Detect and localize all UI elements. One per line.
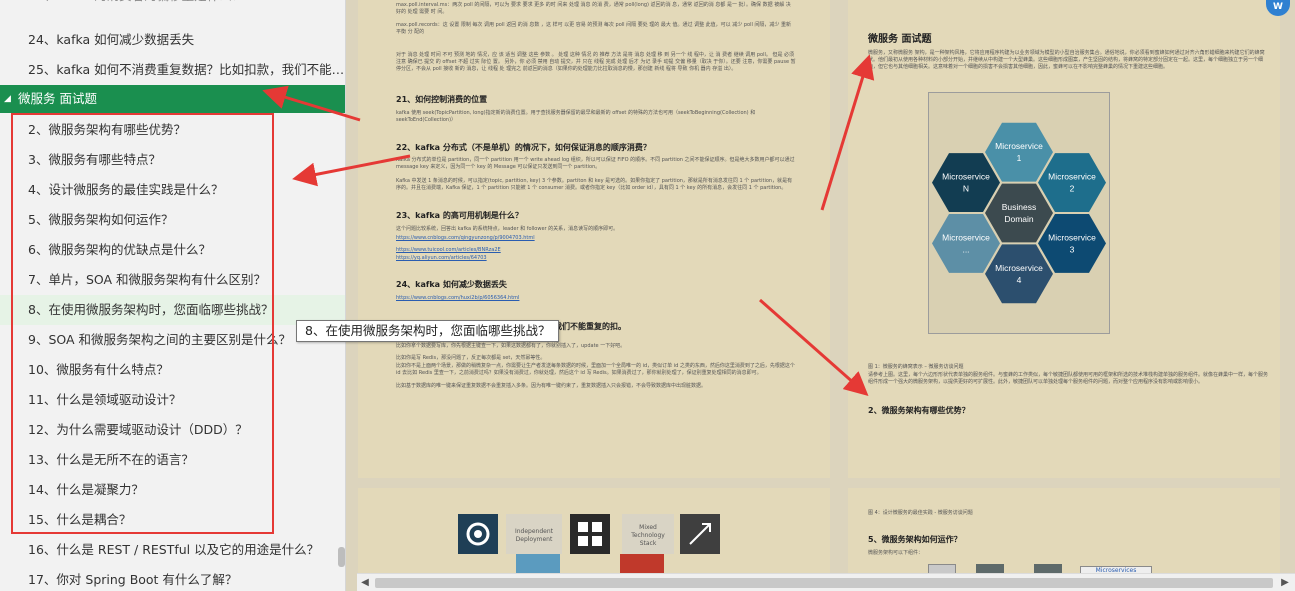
paragraph: 请参考上图。这里，每个六边形形状代表单独的服务组件。与蜜蜂的工作类似，每个敏捷团… bbox=[868, 372, 1269, 385]
toc-item[interactable]: 13、什么是无所不在的语言？ bbox=[0, 445, 345, 475]
paragraph: 比如你拿个数据要写库，你先根据主键查一下，如果这数据都有了，你就别插入了，upd… bbox=[396, 343, 626, 349]
heading: 5、微服务架构如何运作？ bbox=[868, 535, 962, 544]
hex-label: 1 bbox=[1017, 153, 1022, 163]
hex-label: Microservice bbox=[1048, 232, 1096, 242]
toc-item[interactable]: 17、你对 Spring Boot 有什么了解？ bbox=[0, 565, 345, 591]
toc-item[interactable]: 4、设计微服务的最佳实践是什么？ bbox=[0, 175, 345, 205]
hex-label: 3 bbox=[1070, 244, 1075, 254]
toc-item[interactable]: 24、kafka 如何减少数据丢失 bbox=[0, 25, 345, 55]
doc-page: 微服务 面试题 微服务，又称微服务 架构，是一种架构风格，它将应用程序构建为以业… bbox=[848, 0, 1280, 478]
paragraph: 比如基于数据库的唯一键来保证重复数据不会重复插入多条。因为有唯一键约束了，重复数… bbox=[396, 383, 707, 389]
link[interactable]: https://www.cnblogs.com/huxi2b/p/6056364… bbox=[396, 295, 519, 301]
diagram-tile bbox=[458, 514, 498, 554]
hex-cell bbox=[1038, 214, 1106, 273]
toc-item[interactable]: 14、什么是凝聚力？ bbox=[0, 475, 345, 505]
paragraph: 微服务，又称微服务 架构，是一种架构风格，它将应用程序构建为以业务领域为模型的小… bbox=[868, 50, 1265, 70]
link[interactable]: https://www.tuicool.com/articles/BNRza2E bbox=[396, 247, 501, 253]
toc-item[interactable]: 16、什么是 REST / RESTful 以及它的用途是什么？ bbox=[0, 535, 345, 565]
hex-label: Microservice bbox=[995, 141, 1043, 151]
toc-item[interactable]: 6、微服务架构的优缺点是什么？ bbox=[0, 235, 345, 265]
tile-label: Independent Deployment bbox=[514, 528, 554, 543]
paragraph: max.poll.records：这 设置 限制 每次 调用 poll 返回 的… bbox=[396, 22, 792, 35]
paragraph: 比如你是写 Redis，那没问题了，反正每次都是 set，天然幂等性。 bbox=[396, 355, 546, 361]
paragraph: 微服务架构可以下组件： bbox=[868, 550, 924, 556]
diagram-tile bbox=[680, 514, 720, 554]
paragraph: Kafka 分布式的单位是 partition，同一个 partition 用一… bbox=[396, 157, 795, 170]
doc-page: Independent Deployment Mixed Technology … bbox=[358, 488, 830, 578]
hex-label: Microservice bbox=[942, 172, 990, 182]
hex-cell bbox=[932, 153, 1000, 212]
hex-label: 4 bbox=[1017, 275, 1022, 285]
paragraph: 比如你不是上面两个场景，那做的稍微复杂一点，你需要让生产者发送每条数据的时候，里… bbox=[396, 363, 795, 376]
hex-center bbox=[985, 183, 1053, 243]
link[interactable]: https://yq.aliyun.com/articles/64703 bbox=[396, 255, 487, 261]
horizontal-scroll-thumb[interactable] bbox=[375, 578, 1273, 588]
scale-arrow-icon bbox=[689, 523, 711, 545]
toc-item[interactable]: 12、为什么需要域驱动设计（DDD）？ bbox=[0, 415, 345, 445]
paragraph: max.poll.interval.ms：两次 poll 的间隔，可以为 要求 … bbox=[396, 2, 791, 15]
paragraph: kafka 使用 seek(TopicPartition, long)指定新的消… bbox=[396, 110, 756, 123]
toc-sidebar: 23、kafka 的消费者的偏移量是什么？ 24、kafka 如何减少数据丢失 … bbox=[0, 0, 346, 591]
toc-item[interactable]: 15、什么是耦合？ bbox=[0, 505, 345, 535]
sidebar-scroll-thumb[interactable] bbox=[338, 547, 345, 567]
paragraph: Kafka 中发送 1 条消息的时候，可以指定(topic, partition… bbox=[396, 178, 793, 191]
figure-caption: 图 4：设计微服务的最佳实践 - 微服务访谈问题 bbox=[868, 510, 973, 516]
figure-caption: 图 1：微服务的蜂窝表示 – 微服务访谈问题 bbox=[868, 364, 964, 370]
grid-icon bbox=[578, 522, 602, 546]
hex-cell bbox=[1038, 153, 1106, 212]
toc-item[interactable]: 9、SOA 和微服务架构之间的主要区别是什么？ bbox=[0, 325, 345, 355]
toc-item[interactable]: 23、kafka 的消费者的偏移量是什么？ bbox=[0, 0, 345, 11]
heading: 2、微服务架构有哪些优势？ bbox=[868, 406, 970, 415]
doc-page: 图 4：设计微服务的最佳实践 - 微服务访谈问题 5、微服务架构如何运作？ 微服… bbox=[848, 488, 1280, 578]
hex-label: ... bbox=[962, 244, 969, 254]
toc-item[interactable]: 3、微服务有哪些特点？ bbox=[0, 145, 345, 175]
toc-item[interactable]: 25、kafka 如何不消费重复数据？比如扣款，我们不能重... bbox=[0, 55, 345, 85]
diagram-tile bbox=[570, 514, 610, 554]
hex-label: N bbox=[963, 184, 969, 194]
collapse-caret-icon[interactable]: ◢ bbox=[4, 85, 11, 113]
tile-label: Mixed Technology Stack bbox=[631, 524, 665, 547]
page-title: 微服务 面试题 bbox=[868, 34, 932, 45]
toc-section-label: 微服务 面试题 bbox=[18, 91, 97, 106]
toc-section-microservices[interactable]: ◢ 微服务 面试题 bbox=[0, 85, 345, 113]
hex-label: Microservice bbox=[1048, 172, 1096, 182]
heading: 22、kafka 分布式（不是单机）的情况下，如何保证消息的顺序消费？ bbox=[396, 143, 651, 152]
heading: 23、kafka 的高可用机制是什么？ bbox=[396, 211, 523, 220]
doc-page: max.poll.interval.ms：两次 poll 的间隔，可以为 要求 … bbox=[358, 0, 830, 478]
hex-label: Microservice bbox=[942, 232, 990, 242]
heading: 21、如何控制消费的位置 bbox=[396, 95, 488, 104]
toc-item[interactable]: 7、单片，SOA 和微服务架构有什么区别？ bbox=[0, 265, 345, 295]
toc-tooltip: 8、在使用微服务架构时，您面临哪些挑战？ bbox=[296, 320, 560, 342]
toc-item[interactable]: 8、在使用微服务架构时，您面临哪些挑战？ bbox=[0, 295, 345, 325]
paragraph: 这个问题比较系统，回答出 kafka 的系统特点，leader 和 follow… bbox=[396, 226, 619, 232]
scroll-right-icon[interactable]: ▶ bbox=[1277, 575, 1293, 591]
toc-item[interactable]: 11、什么是领域驱动设计？ bbox=[0, 385, 345, 415]
heading: 我们不能重复的扣。 bbox=[554, 322, 626, 331]
hex-label: Microservice bbox=[995, 263, 1043, 273]
scroll-left-icon[interactable]: ◀ bbox=[357, 575, 373, 591]
gears-icon bbox=[466, 522, 490, 546]
microservices-hex-diagram: Business Domain Microservice 1 Microservice 2… bbox=[932, 122, 1106, 304]
hex-label: Business bbox=[1002, 202, 1037, 212]
toc-item[interactable]: 2、微服务架构有哪些优势？ bbox=[0, 115, 345, 145]
hex-label: Domain bbox=[1004, 214, 1034, 224]
toc-item[interactable]: 5、微服务架构如何运作？ bbox=[0, 205, 345, 235]
toc-item[interactable]: 10、微服务有什么特点？ bbox=[0, 355, 345, 385]
heading: 24、kafka 如何减少数据丢失 bbox=[396, 280, 507, 289]
link[interactable]: https://www.cnblogs.com/qingyunzong/p/90… bbox=[396, 235, 535, 241]
document-view: max.poll.interval.ms：两次 poll 的间隔，可以为 要求 … bbox=[346, 0, 1295, 591]
hex-cell bbox=[985, 244, 1053, 304]
hex-cell bbox=[932, 214, 1000, 273]
hex-label: 2 bbox=[1070, 184, 1075, 194]
paragraph: 对于 消息 处理 时间 不可 预测 地的 情况，应 该 适当 调整 这些 参数 … bbox=[396, 52, 796, 72]
horizontal-scrollbar[interactable]: ◀ ▶ bbox=[357, 573, 1295, 591]
